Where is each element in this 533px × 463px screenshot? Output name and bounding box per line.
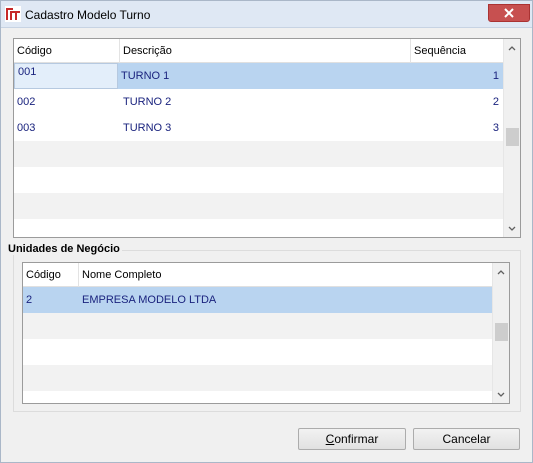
window-title: Cadastro Modelo Turno	[25, 8, 151, 22]
scroll-thumb[interactable]	[495, 323, 508, 341]
descricao-cell: TURNO 3	[123, 122, 172, 134]
turnos-grid-body: 001 TURNO 1 1 002 TURNO 2 2 003 TURNO 3 …	[14, 63, 503, 237]
cancelar-button[interactable]: Cancelar	[413, 428, 520, 450]
confirmar-label: onfirmar	[334, 432, 379, 446]
close-button[interactable]	[488, 4, 530, 22]
chevron-up-icon	[508, 45, 516, 50]
column-header-sequencia[interactable]: Sequência	[411, 39, 503, 63]
table-row[interactable]: 2 EMPRESA MODELO LTDA	[23, 287, 492, 313]
dialog-window: Cadastro Modelo Turno Código Descrição S…	[0, 0, 533, 463]
scroll-down-button[interactable]	[504, 220, 520, 237]
close-icon	[504, 8, 514, 18]
column-header-codigo[interactable]: Código	[14, 39, 120, 63]
unidades-vertical-scrollbar[interactable]	[492, 263, 509, 403]
column-header-codigo[interactable]: Código	[23, 263, 79, 287]
table-row[interactable]: 003 TURNO 3 3	[14, 115, 503, 141]
unidades-grid-header: Código Nome Completo	[23, 263, 492, 287]
empty-row	[14, 219, 503, 237]
empty-row	[14, 141, 503, 167]
turnos-grid[interactable]: Código Descrição Sequência 001 TURNO 1 1…	[13, 38, 521, 238]
codigo-cell: 2	[26, 294, 33, 306]
turnos-grid-header: Código Descrição Sequência	[14, 39, 503, 63]
empty-row	[23, 365, 492, 391]
chevron-up-icon	[497, 269, 505, 274]
codigo-edit-cell[interactable]: 001	[14, 63, 118, 89]
cancelar-label: Cancelar	[442, 432, 491, 446]
unidades-grid[interactable]: Código Nome Completo 2 EMPRESA MODELO LT…	[22, 262, 510, 404]
scroll-down-button[interactable]	[493, 386, 509, 403]
turnos-vertical-scrollbar[interactable]	[503, 39, 520, 237]
unidades-group-title: Unidades de Negócio	[6, 243, 122, 255]
sequencia-cell: 3	[492, 122, 499, 134]
chevron-down-icon	[497, 392, 505, 397]
column-header-descricao[interactable]: Descrição	[120, 39, 411, 63]
empty-row	[14, 193, 503, 219]
codigo-cell: 002	[17, 96, 36, 108]
chevron-down-icon	[508, 226, 516, 231]
table-row[interactable]: 002 TURNO 2 2	[14, 89, 503, 115]
table-row[interactable]: 001 TURNO 1 1	[14, 63, 503, 89]
title-bar[interactable]: Cadastro Modelo Turno	[1, 1, 532, 28]
empty-row	[23, 339, 492, 365]
sequencia-cell: 1	[492, 70, 499, 82]
sequencia-cell: 2	[492, 96, 499, 108]
scroll-up-button[interactable]	[504, 39, 520, 56]
scroll-up-button[interactable]	[493, 263, 509, 280]
scroll-thumb[interactable]	[506, 128, 519, 146]
codigo-cell: 003	[17, 122, 36, 134]
descricao-cell: TURNO 2	[123, 96, 172, 108]
empty-row	[23, 313, 492, 339]
column-header-nome-completo[interactable]: Nome Completo	[79, 263, 492, 287]
empty-row	[14, 167, 503, 193]
confirmar-button[interactable]: Confirmar	[298, 428, 406, 450]
app-logo-icon	[5, 6, 21, 22]
nome-cell: EMPRESA MODELO LTDA	[82, 294, 217, 306]
descricao-cell: TURNO 1	[121, 70, 170, 82]
unidades-grid-body: 2 EMPRESA MODELO LTDA	[23, 287, 492, 391]
